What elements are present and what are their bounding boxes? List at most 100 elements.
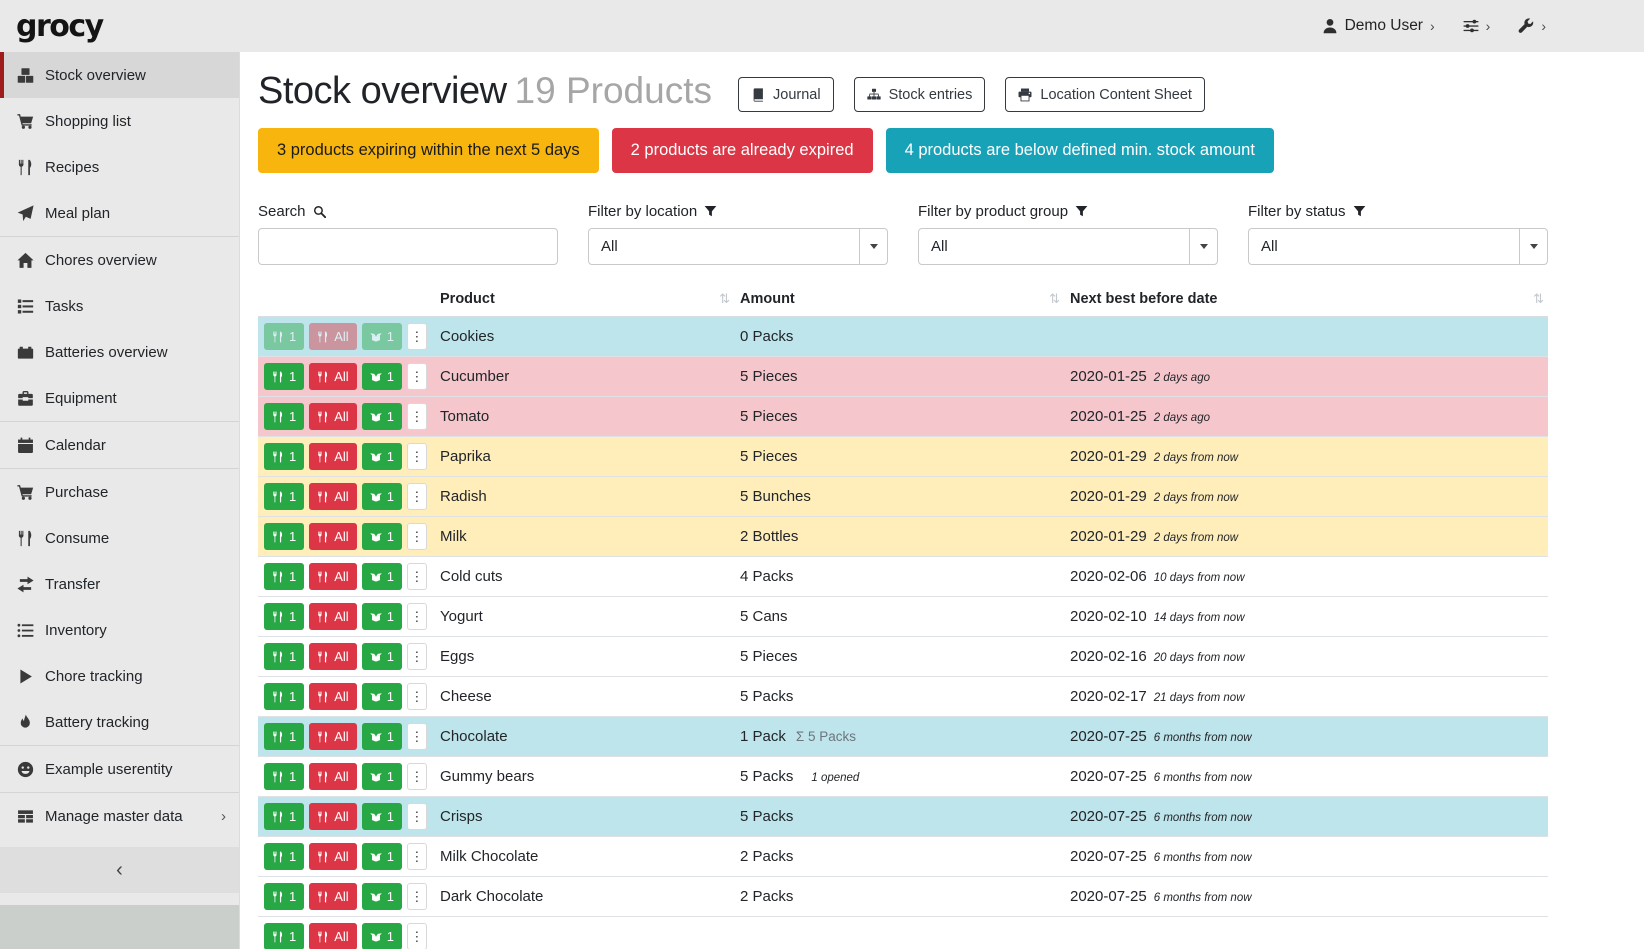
row-menu-button[interactable]: ⋮ — [407, 483, 427, 510]
row-menu-button[interactable]: ⋮ — [407, 323, 427, 350]
sort-icon[interactable]: ⇅ — [1049, 291, 1060, 307]
settings-menu[interactable]: › — [1463, 18, 1491, 34]
consume-all-button[interactable]: All — [309, 483, 356, 510]
open-one-button[interactable]: 1 — [362, 643, 402, 670]
column-header-amount[interactable]: Amount ⇅ — [734, 285, 1064, 317]
consume-one-button[interactable]: 1 — [264, 763, 304, 790]
consume-one-button[interactable]: 1 — [264, 443, 304, 470]
app-logo[interactable]: grocy — [16, 9, 103, 44]
consume-all-button[interactable]: All — [309, 403, 356, 430]
sidebar-collapse-button[interactable]: ‹ — [0, 847, 239, 893]
open-one-button[interactable]: 1 — [362, 363, 402, 390]
column-header-next-best-before-date[interactable]: Next best before date ⇅ — [1064, 285, 1548, 317]
consume-all-button[interactable]: All — [309, 683, 356, 710]
sidebar-item-manage-master-data[interactable]: Manage master data› — [0, 793, 239, 839]
row-menu-button[interactable]: ⋮ — [407, 883, 427, 910]
row-menu-button[interactable]: ⋮ — [407, 763, 427, 790]
consume-one-button[interactable]: 1 — [264, 803, 304, 830]
sort-icon[interactable]: ⇅ — [1533, 291, 1544, 307]
open-one-button[interactable]: 1 — [362, 723, 402, 750]
sidebar-item-recipes[interactable]: Recipes — [0, 144, 239, 190]
open-one-button[interactable]: 1 — [362, 843, 402, 870]
search-input[interactable] — [258, 228, 558, 265]
sidebar-item-inventory[interactable]: Inventory — [0, 607, 239, 653]
row-menu-button[interactable]: ⋮ — [407, 843, 427, 870]
alert-expired-button[interactable]: 2 products are already expired — [612, 128, 873, 173]
open-one-button[interactable]: 1 — [362, 683, 402, 710]
consume-all-button[interactable]: All — [309, 763, 356, 790]
row-menu-button[interactable]: ⋮ — [407, 723, 427, 750]
row-menu-button[interactable]: ⋮ — [407, 923, 427, 949]
row-menu-button[interactable]: ⋮ — [407, 523, 427, 550]
sidebar-item-example-userentity[interactable]: Example userentity — [0, 746, 239, 792]
sidebar-item-transfer[interactable]: Transfer — [0, 561, 239, 607]
column-header-product[interactable]: Product ⇅ — [434, 285, 734, 317]
open-one-button[interactable]: 1 — [362, 763, 402, 790]
location-filter-select[interactable]: All — [588, 228, 888, 265]
sidebar-item-meal-plan[interactable]: Meal plan — [0, 190, 239, 236]
alert-expiring-soon-button[interactable]: 3 products expiring within the next 5 da… — [258, 128, 599, 173]
consume-one-button[interactable]: 1 — [264, 523, 304, 550]
row-menu-button[interactable]: ⋮ — [407, 563, 427, 590]
row-menu-button[interactable]: ⋮ — [407, 803, 427, 830]
sidebar-item-consume[interactable]: Consume — [0, 515, 239, 561]
sidebar-item-tasks[interactable]: Tasks — [0, 283, 239, 329]
consume-all-button[interactable]: All — [309, 323, 356, 350]
row-menu-button[interactable]: ⋮ — [407, 403, 427, 430]
stock-entries-button[interactable]: Stock entries — [854, 77, 986, 112]
open-one-button[interactable]: 1 — [362, 603, 402, 630]
consume-all-button[interactable]: All — [309, 883, 356, 910]
admin-menu[interactable]: › — [1518, 18, 1546, 34]
sidebar-item-batteries-overview[interactable]: Batteries overview — [0, 329, 239, 375]
row-menu-button[interactable]: ⋮ — [407, 643, 427, 670]
consume-one-button[interactable]: 1 — [264, 403, 304, 430]
alert-below-min-stock-button[interactable]: 4 products are below defined min. stock … — [886, 128, 1274, 173]
open-one-button[interactable]: 1 — [362, 563, 402, 590]
sidebar-item-stock-overview[interactable]: Stock overview — [0, 52, 239, 98]
status-filter-select[interactable]: All — [1248, 228, 1548, 265]
user-menu[interactable]: Demo User › — [1322, 17, 1435, 35]
sidebar-item-shopping-list[interactable]: Shopping list — [0, 98, 239, 144]
open-one-button[interactable]: 1 — [362, 923, 402, 949]
consume-all-button[interactable]: All — [309, 563, 356, 590]
location-content-sheet-button[interactable]: Location Content Sheet — [1005, 77, 1205, 112]
open-one-button[interactable]: 1 — [362, 443, 402, 470]
consume-one-button[interactable]: 1 — [264, 563, 304, 590]
consume-all-button[interactable]: All — [309, 523, 356, 550]
consume-one-button[interactable]: 1 — [264, 363, 304, 390]
row-menu-button[interactable]: ⋮ — [407, 683, 427, 710]
sidebar-item-purchase[interactable]: Purchase — [0, 469, 239, 515]
sidebar-item-calendar[interactable]: Calendar — [0, 422, 239, 468]
consume-all-button[interactable]: All — [309, 603, 356, 630]
consume-one-button[interactable]: 1 — [264, 323, 304, 350]
open-one-button[interactable]: 1 — [362, 323, 402, 350]
consume-all-button[interactable]: All — [309, 803, 356, 830]
open-one-button[interactable]: 1 — [362, 803, 402, 830]
consume-all-button[interactable]: All — [309, 923, 356, 949]
consume-one-button[interactable]: 1 — [264, 723, 304, 750]
consume-all-button[interactable]: All — [309, 723, 356, 750]
row-menu-button[interactable]: ⋮ — [407, 443, 427, 470]
sidebar-item-battery-tracking[interactable]: Battery tracking — [0, 699, 239, 745]
consume-all-button[interactable]: All — [309, 363, 356, 390]
open-one-button[interactable]: 1 — [362, 483, 402, 510]
row-menu-button[interactable]: ⋮ — [407, 603, 427, 630]
open-one-button[interactable]: 1 — [362, 883, 402, 910]
sort-icon[interactable]: ⇅ — [719, 291, 730, 307]
journal-button[interactable]: Journal — [738, 77, 834, 112]
consume-all-button[interactable]: All — [309, 643, 356, 670]
consume-one-button[interactable]: 1 — [264, 923, 304, 949]
consume-all-button[interactable]: All — [309, 443, 356, 470]
consume-one-button[interactable]: 1 — [264, 643, 304, 670]
consume-one-button[interactable]: 1 — [264, 883, 304, 910]
sidebar-item-chore-tracking[interactable]: Chore tracking — [0, 653, 239, 699]
consume-one-button[interactable]: 1 — [264, 483, 304, 510]
product-group-filter-select[interactable]: All — [918, 228, 1218, 265]
consume-one-button[interactable]: 1 — [264, 603, 304, 630]
open-one-button[interactable]: 1 — [362, 403, 402, 430]
consume-all-button[interactable]: All — [309, 843, 356, 870]
sidebar-item-chores-overview[interactable]: Chores overview — [0, 237, 239, 283]
consume-one-button[interactable]: 1 — [264, 683, 304, 710]
consume-one-button[interactable]: 1 — [264, 843, 304, 870]
row-menu-button[interactable]: ⋮ — [407, 363, 427, 390]
